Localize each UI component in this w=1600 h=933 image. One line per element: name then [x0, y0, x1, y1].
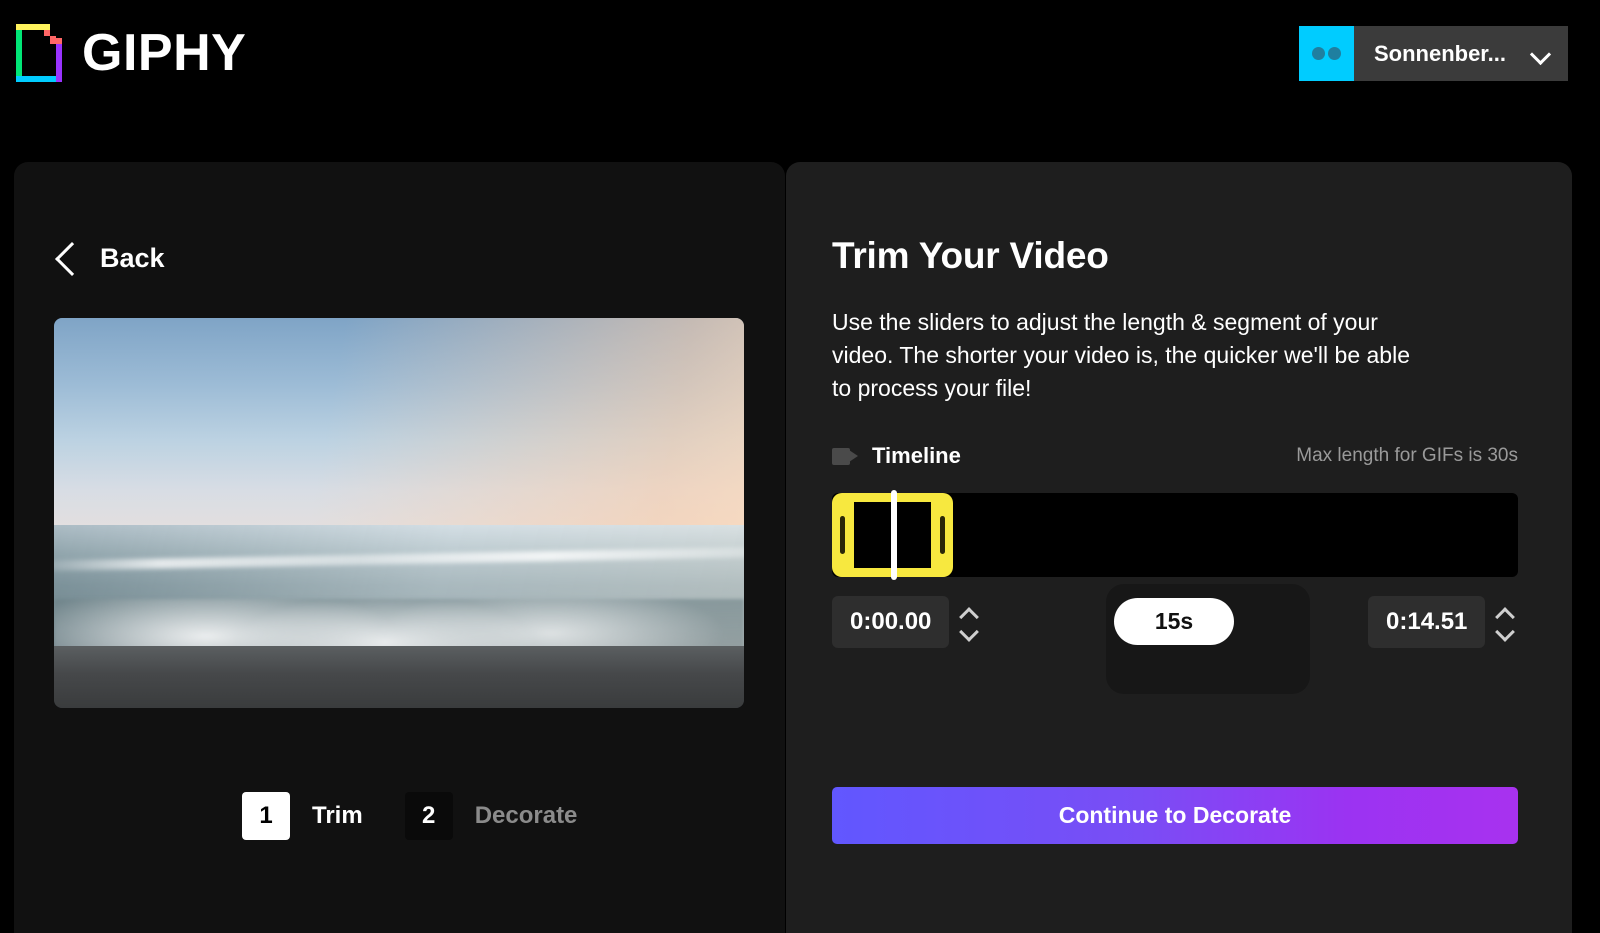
- preview-sand: [54, 645, 744, 708]
- timeline-max-length-note: Max length for GIFs is 30s: [1296, 445, 1518, 466]
- account-name: Sonnenber...: [1373, 40, 1506, 66]
- duration-badge[interactable]: 15s: [1114, 598, 1234, 645]
- end-time-increment-icon[interactable]: [1495, 607, 1513, 618]
- avatar-eye-right: [1327, 47, 1341, 60]
- trim-handle-right-grip[interactable]: [940, 516, 945, 554]
- camera-body: [832, 447, 850, 465]
- back-button[interactable]: Back: [54, 238, 165, 278]
- continue-to-decorate-button[interactable]: Continue to Decorate: [832, 787, 1518, 844]
- step-decorate-number: 2: [404, 792, 453, 840]
- page-description: Use the sliders to adjust the length & s…: [832, 309, 1410, 401]
- start-time-stepper[interactable]: [949, 596, 987, 648]
- giphy-logo-text: GIPHY: [82, 24, 247, 82]
- step-trim-label: Trim: [312, 802, 363, 829]
- end-time-field[interactable]: 0:14.51: [1368, 596, 1523, 648]
- end-time-decrement-icon[interactable]: [1495, 627, 1513, 638]
- step-indicator: 1 Trim 2 Decorate: [242, 792, 577, 840]
- back-button-label: Back: [100, 242, 165, 273]
- giphy-logo[interactable]: GIPHY: [14, 20, 246, 86]
- top-bar: GIPHY Sonnenber...: [0, 0, 1600, 162]
- avatar-eye-left: [1311, 47, 1325, 60]
- step-trim-number: 1: [242, 792, 290, 840]
- step-decorate-label: Decorate: [474, 802, 578, 829]
- start-time-field[interactable]: 0:00.00: [832, 596, 987, 648]
- start-time-input[interactable]: 0:00.00: [832, 596, 950, 648]
- end-time-stepper[interactable]: [1485, 596, 1523, 648]
- start-time-increment-icon[interactable]: [959, 607, 977, 618]
- video-preview[interactable]: [54, 318, 744, 708]
- step-trim[interactable]: 1 Trim: [242, 792, 363, 840]
- giphy-create-page: GIPHY Sonnenber... Back 1 Trim 2 Decorat…: [0, 0, 1600, 933]
- page-title: Trim Your Video: [832, 235, 1109, 276]
- timeline-label: Timeline: [872, 443, 961, 468]
- timeline-header: Timeline Max length for GIFs is 30s: [832, 443, 1518, 469]
- start-time-decrement-icon[interactable]: [959, 627, 977, 638]
- end-time-input[interactable]: 0:14.51: [1368, 596, 1486, 648]
- giphy-logo-icon: [14, 20, 66, 86]
- timeline-header-left: Timeline: [832, 443, 961, 469]
- chevron-left-icon: [54, 238, 80, 278]
- preview-sky: [54, 318, 744, 529]
- account-chip[interactable]: Sonnenber...: [1353, 26, 1568, 81]
- step-decorate[interactable]: 2 Decorate: [404, 792, 578, 840]
- account-menu[interactable]: Sonnenber...: [1298, 26, 1568, 81]
- time-controls-row: 0:00.00 15s 0:14.51: [832, 584, 1532, 694]
- user-avatar-glasses-icon: [1298, 26, 1354, 81]
- camera-lens: [849, 450, 858, 462]
- timeline-track[interactable]: [832, 490, 1518, 580]
- trim-handle-left-grip[interactable]: [840, 516, 845, 554]
- timeline-playhead[interactable]: [891, 490, 897, 580]
- video-camera-icon: [832, 447, 858, 465]
- chevron-down-icon: [1532, 45, 1550, 63]
